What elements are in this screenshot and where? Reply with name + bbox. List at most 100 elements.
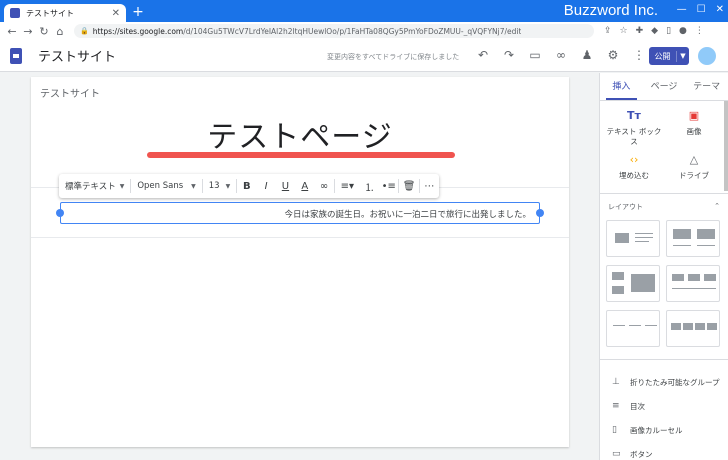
layout-text-line <box>635 233 653 234</box>
share-icon[interactable]: ♟ <box>574 48 600 62</box>
resize-handle-left[interactable] <box>56 209 64 217</box>
google-sites-icon[interactable] <box>10 47 22 64</box>
text-color-button[interactable]: A <box>295 181 314 192</box>
size-select[interactable]: 13 ▼ <box>203 181 236 191</box>
browser-toolbar-icons: ⇪ ☆ ✚ ◆ ▯ ● ⋮ <box>604 26 704 36</box>
underline-button[interactable]: U <box>276 181 295 192</box>
sites-favicon-icon <box>10 8 20 18</box>
bold-button[interactable]: B <box>237 181 256 192</box>
layout-image-block <box>672 274 684 281</box>
layout-option[interactable] <box>666 310 720 347</box>
insert-table-of-contents[interactable]: ≡ 目次 <box>600 394 728 418</box>
layout-image-block <box>695 323 705 330</box>
text-box[interactable]: 今日は家族の誕生日。お祝いに一泊二日で旅行に出発しました。 <box>56 202 544 224</box>
font-select[interactable]: Open Sans ▼ <box>131 181 201 191</box>
chevron-up-icon: ⌃ <box>714 202 720 210</box>
avatar[interactable] <box>698 47 716 65</box>
insert-drive[interactable]: △ ドライブ <box>664 154 724 181</box>
publish-dropdown-icon[interactable]: ▼ <box>677 52 689 60</box>
undo-icon[interactable]: ↶ <box>470 48 496 62</box>
layout-text-line <box>635 241 649 242</box>
sidebar-icon[interactable]: ▯ <box>666 26 671 36</box>
address-bar-row: ← → ↻ ⌂ 🔒 https://sites.google.com/d/104… <box>0 22 728 40</box>
style-select[interactable]: 標準テキスト ▼ <box>59 180 130 192</box>
layout-image-block <box>612 286 624 294</box>
link-icon[interactable]: ∞ <box>314 181 333 192</box>
more-options-icon[interactable]: ⋯ <box>420 181 439 192</box>
delete-icon[interactable]: 🗑 <box>399 181 418 192</box>
insert-embed[interactable]: ‹› 埋め込む <box>604 153 664 181</box>
reload-icon[interactable]: ↻ <box>36 25 52 38</box>
chevron-down-icon: ▼ <box>119 182 125 190</box>
layout-image-block <box>704 274 716 281</box>
puzzle-icon[interactable]: ◆ <box>651 26 658 36</box>
italic-button[interactable]: I <box>257 181 276 192</box>
insert-text-box[interactable]: Tт テキスト ボックス <box>604 110 664 147</box>
close-window-icon[interactable]: ✕ <box>716 4 724 15</box>
settings-icon[interactable]: ⚙ <box>600 48 626 62</box>
component-label: ボタン <box>630 449 653 459</box>
component-list: ⊥ 折りたたみ可能なグループ ≡ 目次 ▯ 画像カルーセル ▭ ボタン <box>600 359 728 460</box>
resize-handle-right[interactable] <box>536 209 544 217</box>
link-icon[interactable]: ∞ <box>548 48 574 62</box>
new-tab-button[interactable]: + <box>130 4 146 20</box>
window-controls: — ☐ ✕ <box>677 4 724 15</box>
layout-grid <box>600 212 728 347</box>
layout-text-line <box>635 237 653 238</box>
layout-image-block <box>615 233 629 243</box>
layout-text-line <box>672 288 716 289</box>
extension-icon[interactable]: ✚ <box>636 26 644 36</box>
redo-icon[interactable]: ↷ <box>496 48 522 62</box>
header-actions: ↶ ↷ ▭ ∞ ♟ ⚙ ⋮ <box>470 48 652 62</box>
align-icon[interactable]: ≡▾ <box>335 181 360 192</box>
profile-icon[interactable]: ● <box>679 26 687 36</box>
panel-scrollbar[interactable] <box>724 101 728 191</box>
preview-icon[interactable]: ▭ <box>522 48 548 62</box>
home-icon[interactable]: ⌂ <box>52 25 68 38</box>
style-value: 標準テキスト <box>65 182 116 192</box>
tab-pages[interactable]: ページ <box>643 73 686 100</box>
insert-image[interactable]: ▣ 画像 <box>664 109 724 147</box>
numbered-list-icon[interactable]: ⒈ <box>360 179 379 194</box>
back-icon[interactable]: ← <box>4 25 20 38</box>
embed-icon: ‹› <box>629 153 639 166</box>
tab-themes[interactable]: テーマ <box>685 73 728 100</box>
bookmark-star-icon[interactable]: ☆ <box>620 26 628 36</box>
url-path: /d/104Gu5TWcV7LrdYeIAl2h2ltqHUewlOo/p/1F… <box>183 26 522 36</box>
insert-collapsible-group[interactable]: ⊥ 折りたたみ可能なグループ <box>600 370 728 394</box>
share-page-icon[interactable]: ⇪ <box>604 26 612 36</box>
save-status: 変更内容をすべてドライブに保存しました <box>327 53 460 61</box>
layout-option[interactable] <box>666 220 720 257</box>
insert-image-carousel[interactable]: ▯ 画像カルーセル <box>600 418 728 442</box>
tab-insert[interactable]: 挿入 <box>600 73 643 100</box>
brand-watermark: Buzzword Inc. <box>563 2 658 19</box>
maximize-icon[interactable]: ☐ <box>697 4 706 15</box>
site-name[interactable]: テストサイト <box>38 46 116 65</box>
browser-tab[interactable]: テストサイト ✕ <box>4 4 126 22</box>
url-field[interactable]: 🔒 https://sites.google.com/d/104Gu5TWcV7… <box>74 24 594 38</box>
sites-header: テストサイト 変更内容をすべてドライブに保存しました ↶ ↷ ▭ ∞ ♟ ⚙ ⋮… <box>0 40 728 72</box>
image-carousel-icon: ▯ <box>612 425 617 435</box>
insert-label: テキスト ボックス <box>606 127 662 146</box>
forward-icon[interactable]: → <box>20 25 36 38</box>
text-box-content[interactable]: 今日は家族の誕生日。お祝いに一泊二日で旅行に出発しました。 <box>284 208 531 220</box>
layout-option[interactable] <box>606 265 660 302</box>
layout-image-block <box>671 323 681 330</box>
page-canvas: テストサイト テストページ 標準テキスト ▼ Open Sans ▼ 13 ▼ B I… <box>31 77 569 447</box>
publish-button[interactable]: 公開 ▼ <box>649 47 689 65</box>
insert-button[interactable]: ▭ ボタン <box>600 442 728 460</box>
canvas-site-title[interactable]: テストサイト <box>40 85 100 100</box>
layout-option[interactable] <box>606 220 660 257</box>
browser-menu-icon[interactable]: ⋮ <box>695 26 704 36</box>
tab-close-icon[interactable]: ✕ <box>112 8 120 19</box>
image-icon: ▣ <box>688 109 700 122</box>
bulleted-list-icon[interactable]: •≡ <box>379 181 398 192</box>
layout-option[interactable] <box>666 265 720 302</box>
page-heading[interactable]: テストページ <box>31 112 569 156</box>
layout-header-label: レイアウト <box>608 203 643 211</box>
layout-text-line <box>645 325 657 326</box>
layout-section-header[interactable]: レイアウト ⌃ <box>600 193 728 212</box>
layout-option[interactable] <box>606 310 660 347</box>
minimize-icon[interactable]: — <box>677 4 687 15</box>
font-value: Open Sans <box>137 181 184 191</box>
